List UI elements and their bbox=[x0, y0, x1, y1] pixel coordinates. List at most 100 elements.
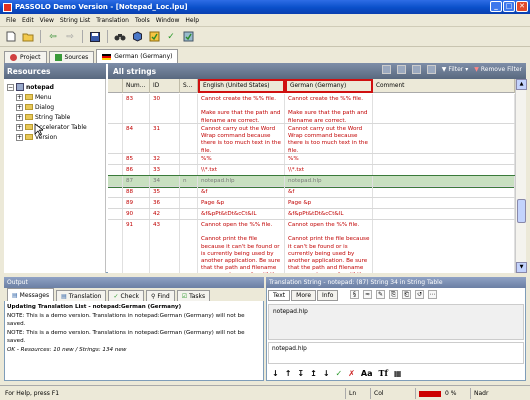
prev-up-icon[interactable]: ↑ bbox=[285, 369, 292, 378]
close-button[interactable]: ✕ bbox=[516, 1, 528, 12]
copy-icon[interactable]: ⎘ bbox=[389, 290, 398, 299]
layout-icon[interactable] bbox=[411, 65, 421, 74]
next-untranslated-icon[interactable]: ↓ bbox=[323, 369, 330, 378]
table-row[interactable]: 83 30 Cannot create the %% file. Make sure… bbox=[108, 94, 515, 124]
update-icon[interactable] bbox=[147, 30, 161, 44]
tab-info[interactable]: Info bbox=[317, 290, 339, 301]
tree-node-string-table[interactable]: + String Table bbox=[7, 112, 87, 122]
tree-node-dialog[interactable]: + Dialog bbox=[7, 102, 87, 112]
next-string-icon[interactable] bbox=[396, 65, 406, 74]
section-icon[interactable]: § bbox=[350, 290, 359, 299]
cell-id: 32 bbox=[150, 154, 180, 164]
table-row[interactable]: 87 34 n notepad.hlp notepad.hlp bbox=[108, 175, 515, 188]
col-german-header[interactable]: German (Germany) bbox=[285, 79, 373, 93]
table-row[interactable]: 90 42 &f&pPt&tDt&cCt&lL &f&pPt&tDt&cCt&lL bbox=[108, 209, 515, 220]
menu-view[interactable]: View bbox=[37, 17, 57, 24]
validate-icon[interactable] bbox=[181, 30, 195, 44]
reject-icon[interactable]: ✗ bbox=[348, 369, 355, 378]
view-toggle-icon[interactable] bbox=[381, 65, 391, 74]
tree-node-accelerator-table[interactable]: + Accelerator Table bbox=[7, 122, 87, 132]
grid-header: Num... ID S... English (United States) G… bbox=[108, 79, 515, 93]
scroll-thumb[interactable] bbox=[517, 199, 526, 223]
tab-sources[interactable]: Sources bbox=[48, 51, 95, 63]
collapse-icon[interactable]: − bbox=[7, 83, 14, 91]
row-marker bbox=[108, 209, 123, 219]
maximize-button[interactable]: □ bbox=[503, 1, 515, 12]
table-row[interactable]: 85 32%%%% bbox=[108, 154, 515, 165]
target-text-input[interactable]: notepad.hlp bbox=[268, 342, 524, 364]
filter-button[interactable]: ▼ Filter ▾ bbox=[442, 66, 469, 73]
toolbar-separator bbox=[107, 30, 108, 43]
row-marker bbox=[108, 94, 123, 123]
tab-messages[interactable]: ▤ Messages bbox=[7, 288, 55, 301]
menu-file[interactable]: File bbox=[3, 17, 19, 24]
folder-icon bbox=[25, 134, 33, 140]
tab-check[interactable]: ✓ Check bbox=[108, 290, 144, 301]
table-row[interactable]: 89 36 Page &p Page &p bbox=[108, 198, 515, 209]
tab-find[interactable]: ⚲ Find bbox=[145, 290, 175, 301]
cell-comment bbox=[373, 209, 515, 219]
last-icon[interactable]: ↧ bbox=[297, 369, 304, 378]
tab-more[interactable]: More bbox=[291, 290, 317, 301]
font-size-icon[interactable]: Aa bbox=[361, 369, 373, 378]
expand-icon[interactable]: + bbox=[16, 123, 23, 131]
table-row[interactable]: 86 33 \\*.txt \\*.txt bbox=[108, 165, 515, 176]
table-row[interactable]: 88 35 &f &f bbox=[108, 187, 515, 198]
remove-filter-label: Remove Filter bbox=[480, 66, 522, 73]
vertical-scrollbar[interactable]: ▲ ▼ bbox=[515, 79, 527, 273]
menu-string-list[interactable]: String List bbox=[57, 17, 93, 24]
tab-project[interactable]: Project bbox=[4, 51, 47, 63]
remove-filter-button[interactable]: ▼ Remove Filter bbox=[474, 66, 522, 73]
font-style-icon[interactable]: Tf bbox=[379, 368, 388, 378]
col-id-header[interactable]: ID bbox=[150, 79, 180, 93]
cell-english: Cannot create the %% file. Make sure tha… bbox=[198, 94, 285, 123]
fuzzy-icon[interactable]: ≈ bbox=[363, 290, 372, 299]
new-icon[interactable] bbox=[4, 30, 18, 44]
options-icon[interactable]: ⋯ bbox=[428, 290, 437, 299]
save-icon[interactable] bbox=[88, 30, 102, 44]
expand-icon[interactable]: + bbox=[16, 93, 23, 101]
col-num-header[interactable]: Num... bbox=[123, 79, 150, 93]
tree-node-menu[interactable]: + Menu bbox=[7, 92, 87, 102]
binoculars-icon[interactable] bbox=[113, 30, 127, 44]
tab-german-germany[interactable]: German (Germany) bbox=[96, 49, 179, 63]
forward-arrow-icon[interactable]: ⇨ bbox=[63, 30, 77, 44]
cube-icon[interactable] bbox=[130, 30, 144, 44]
open-folder-icon[interactable] bbox=[21, 30, 35, 44]
edit-icon[interactable]: ✎ bbox=[376, 290, 385, 299]
next-down-icon[interactable]: ↓ bbox=[272, 369, 279, 378]
folder-icon bbox=[25, 114, 33, 120]
status-col: Col bbox=[370, 388, 415, 399]
tree-node-version[interactable]: + Version bbox=[7, 132, 87, 142]
paste-icon[interactable]: ⎗ bbox=[402, 290, 411, 299]
col-english-header[interactable]: English (United States) bbox=[198, 79, 285, 93]
col-status-header[interactable]: S... bbox=[180, 79, 198, 93]
tab-text[interactable]: Text bbox=[268, 290, 291, 301]
cell-num: 87 bbox=[123, 176, 150, 186]
tree-node-notepad[interactable]: − notepad bbox=[7, 82, 87, 92]
col-comment-header[interactable]: Comment bbox=[373, 79, 515, 93]
table-row[interactable]: 84 31 Cannot carry out the Word Wrap comma… bbox=[108, 124, 515, 154]
expand-icon[interactable]: + bbox=[16, 103, 23, 111]
menu-help[interactable]: Help bbox=[182, 17, 202, 24]
menu-edit[interactable]: Edit bbox=[19, 17, 37, 24]
grid-icon[interactable]: ▦ bbox=[394, 369, 402, 378]
table-row[interactable]: 91 43 Cannot open the %% file. Cannot prin… bbox=[108, 220, 515, 273]
expand-icon[interactable]: + bbox=[16, 133, 23, 141]
cell-comment bbox=[373, 220, 515, 273]
first-icon[interactable]: ↥ bbox=[310, 369, 317, 378]
menu-tools[interactable]: Tools bbox=[132, 17, 153, 24]
minimize-button[interactable]: _ bbox=[490, 1, 502, 12]
menu-translation[interactable]: Translation bbox=[93, 17, 132, 24]
expand-icon[interactable]: + bbox=[16, 113, 23, 121]
scroll-up-icon[interactable]: ▲ bbox=[516, 79, 527, 90]
menu-window[interactable]: Window bbox=[153, 17, 183, 24]
validate-check-icon[interactable]: ✓ bbox=[336, 369, 343, 378]
check-icon[interactable]: ✓ bbox=[164, 30, 178, 44]
columns-icon[interactable] bbox=[426, 65, 436, 74]
scroll-down-icon[interactable]: ▼ bbox=[516, 262, 527, 273]
tab-translation[interactable]: ▤ Translation bbox=[56, 290, 107, 301]
back-arrow-icon[interactable]: ⇦ bbox=[46, 30, 60, 44]
tab-tasks[interactable]: ☑ Tasks bbox=[176, 290, 211, 301]
reset-icon[interactable]: ↺ bbox=[415, 290, 424, 299]
